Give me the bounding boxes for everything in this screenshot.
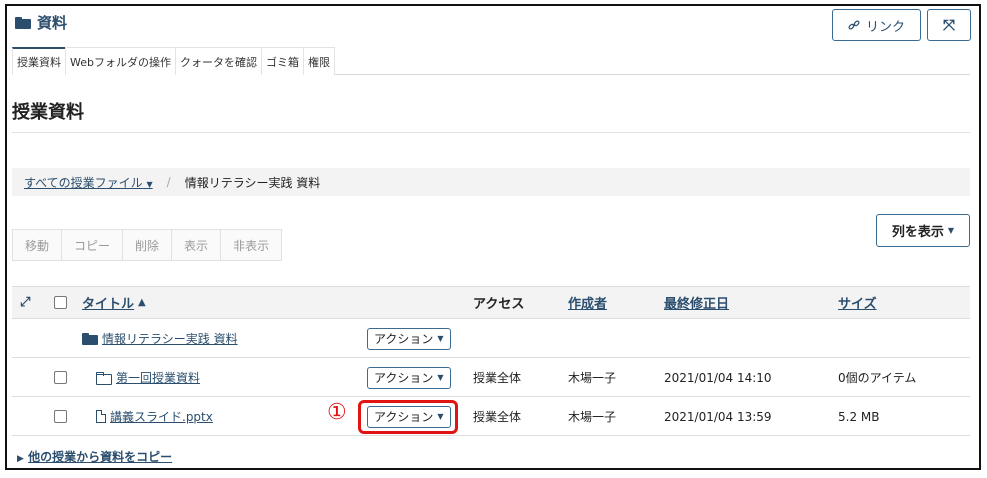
- row-title-link[interactable]: 情報リテラシー実践 資料: [102, 330, 238, 347]
- table-row: 第一回授業資料 アクション ▼ 授業全体 木場一子 2021/01/04 14:1…: [12, 359, 970, 397]
- folder-icon: [96, 371, 112, 385]
- page-title: 授業資料: [12, 102, 84, 123]
- tool-tabs: 授業資料 Webフォルダの操作 クォータを確認 ゴミ箱 権限: [12, 47, 970, 75]
- breadcrumb-separator: /: [166, 175, 171, 189]
- resources-panel: 資料 リンク ⤧ 授業資料 Webフォルダの操作 クォータを確認 ゴミ箱 権限 …: [5, 4, 981, 470]
- file-icon: [96, 410, 106, 423]
- sort-title-header[interactable]: タイトル ▲: [82, 287, 146, 318]
- show-columns-button[interactable]: 列を表示 ▼: [876, 214, 970, 247]
- row-size: 0個のアイテム: [838, 371, 917, 385]
- row-creator: 木場一子: [568, 371, 617, 385]
- modified-header[interactable]: 最終修正日: [664, 287, 729, 318]
- panel-header: 資料: [15, 12, 67, 33]
- expand-all-icon[interactable]: ⤢: [20, 287, 30, 318]
- show-button[interactable]: 表示: [171, 229, 222, 261]
- copy-from-other-course-link[interactable]: ▶ 他の授業から資料をコピー: [17, 448, 172, 465]
- caret-down-icon: ▼: [437, 334, 444, 343]
- row-title-link[interactable]: 講義スライド.pptx: [110, 408, 213, 425]
- action-button[interactable]: アクション ▼: [367, 327, 451, 350]
- access-header: アクセス: [473, 297, 525, 312]
- sort-up-icon: ▲: [138, 297, 146, 308]
- hide-button[interactable]: 非表示: [220, 229, 283, 261]
- row-checkbox[interactable]: [54, 371, 67, 384]
- link-button[interactable]: リンク: [832, 9, 921, 41]
- row-title-link[interactable]: 第一回授業資料: [116, 369, 200, 386]
- row-checkbox[interactable]: [54, 410, 67, 423]
- fullscreen-button[interactable]: ⤧: [927, 9, 971, 41]
- caret-down-icon: ▼: [437, 373, 444, 382]
- creator-header[interactable]: 作成者: [568, 287, 607, 318]
- breadcrumb-current: 情報リテラシー実践 資料: [184, 175, 321, 190]
- row-size: 5.2 MB: [838, 409, 880, 424]
- link-icon: [848, 20, 860, 30]
- expand-arrows-icon: ⤧: [942, 16, 955, 34]
- table-header: ⤢ タイトル ▲ アクセス 作成者 最終修正日 サイズ: [12, 286, 970, 319]
- action-button[interactable]: アクション ▼: [367, 366, 451, 389]
- row-creator: 木場一子: [568, 410, 617, 424]
- highlight-box: [358, 400, 458, 434]
- row-modified: 2021/01/04 14:10: [664, 370, 772, 385]
- delete-button[interactable]: 削除: [122, 229, 173, 261]
- breadcrumb: すべての授業ファイル ▼ / 情報リテラシー実践 資料: [12, 168, 970, 196]
- step-number-annotation: ①: [327, 400, 347, 425]
- breadcrumb-root-link[interactable]: すべての授業ファイル ▼: [24, 174, 153, 191]
- table-row: 講義スライド.pptx アクション ▼ 授業全体 木場一子 2021/01/04 …: [12, 398, 970, 436]
- folder-open-icon: [82, 332, 98, 345]
- copy-button[interactable]: コピー: [61, 229, 124, 261]
- caret-right-icon: ▶: [17, 454, 24, 464]
- tab-webfolder[interactable]: Webフォルダの操作: [65, 47, 176, 75]
- row-modified: 2021/01/04 13:59: [664, 409, 772, 424]
- row-access: 授業全体: [473, 410, 522, 424]
- tab-course-materials[interactable]: 授業資料: [12, 47, 66, 75]
- select-all-checkbox[interactable]: [54, 296, 67, 309]
- tab-permissions[interactable]: 権限: [302, 47, 335, 75]
- row-access: 授業全体: [473, 371, 522, 385]
- table-row: 情報リテラシー実践 資料 アクション ▼: [12, 320, 970, 358]
- panel-title: 資料: [37, 14, 68, 32]
- tab-trash[interactable]: ゴミ箱: [260, 47, 304, 75]
- move-button[interactable]: 移動: [12, 229, 63, 261]
- folder-open-icon: [15, 16, 31, 29]
- caret-down-icon: ▼: [947, 226, 955, 235]
- divider: [12, 132, 970, 133]
- bulk-action-group: 移動 コピー 削除 表示 非表示: [12, 229, 283, 261]
- size-header[interactable]: サイズ: [838, 287, 877, 318]
- tab-quota[interactable]: クォータを確認: [174, 47, 262, 75]
- link-button-label: リンク: [865, 19, 905, 35]
